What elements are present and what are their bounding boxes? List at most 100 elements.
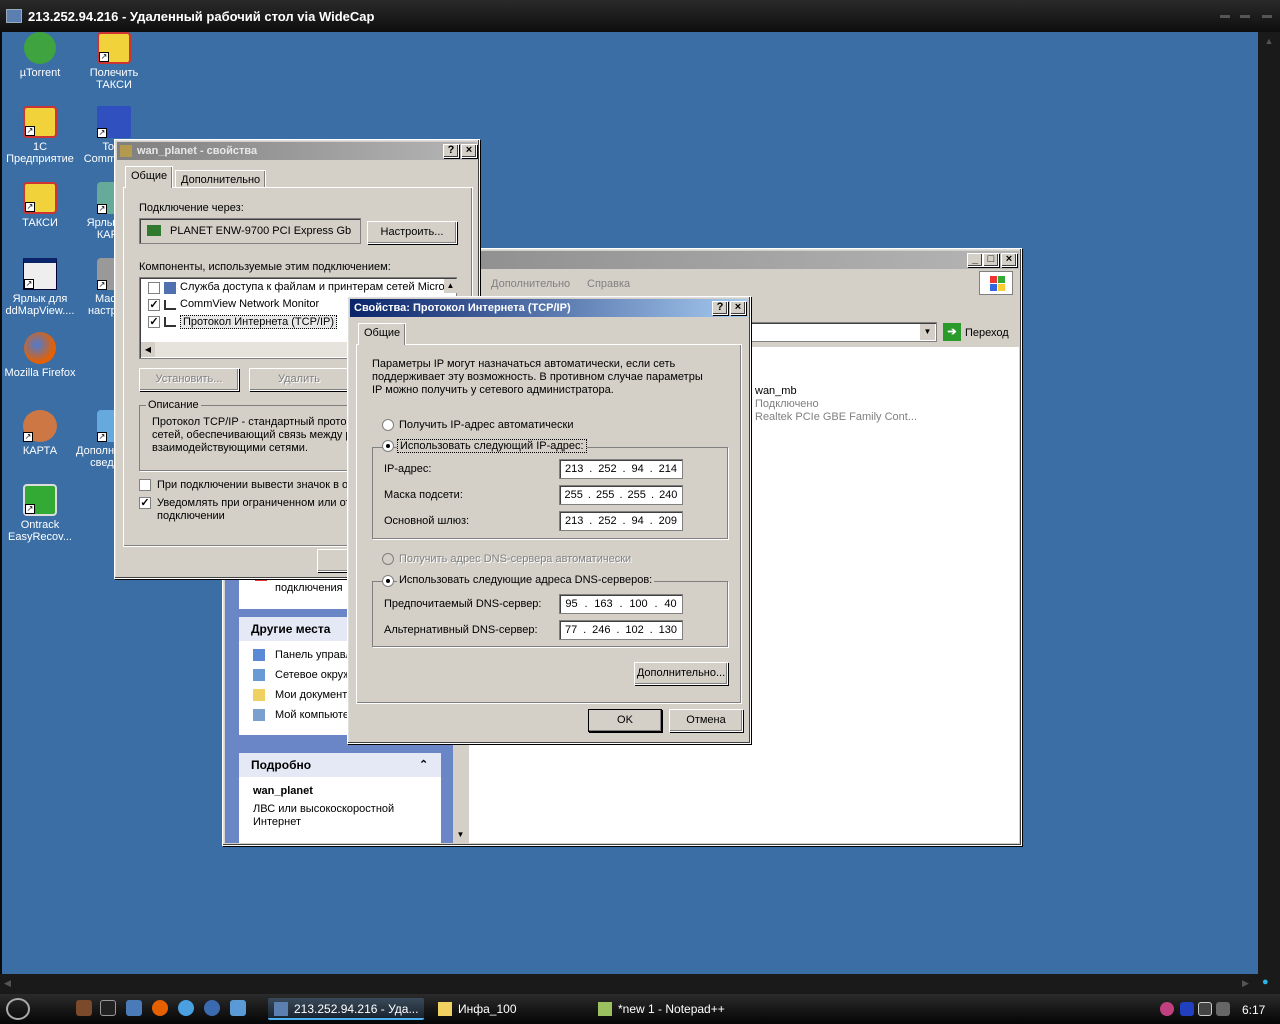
notify-checkbox[interactable]: ✓ bbox=[139, 497, 151, 509]
tab-general[interactable]: Общие bbox=[358, 323, 407, 345]
app-icon[interactable] bbox=[230, 1000, 246, 1016]
desktop-icon-utorrent[interactable]: µTorrent bbox=[2, 32, 78, 79]
desktop-icon-1c[interactable]: ↗ 1С Предприятие bbox=[2, 106, 78, 165]
other-place-item[interactable]: Мои документ bbox=[275, 689, 347, 701]
ie-icon[interactable] bbox=[204, 1000, 220, 1016]
desktop-icon-taxi-fix[interactable]: ↗ Полечить ТАКСИ bbox=[76, 32, 152, 91]
menu-help[interactable]: Справка bbox=[587, 278, 630, 290]
ip-octet[interactable]: 94 bbox=[631, 515, 643, 527]
ip-octet[interactable]: 209 bbox=[659, 515, 677, 527]
minimize-icon[interactable]: _ bbox=[967, 253, 983, 267]
cancel-button[interactable]: Отмена bbox=[669, 709, 743, 732]
resize-grip-icon[interactable]: ● bbox=[1262, 976, 1276, 990]
task-change-settings-2[interactable]: подключения bbox=[275, 582, 343, 594]
restore-icon[interactable]: ▬ bbox=[1238, 10, 1252, 21]
scroll-up-icon[interactable]: ▲ bbox=[1263, 36, 1275, 46]
details-title[interactable]: Подробно bbox=[239, 753, 441, 777]
globe-icon[interactable] bbox=[178, 1000, 194, 1016]
other-place-item[interactable]: Сетевое окруж bbox=[275, 669, 351, 681]
ip-octet[interactable]: 240 bbox=[659, 489, 677, 501]
tray-icon[interactable] bbox=[1160, 1002, 1174, 1016]
address-bar[interactable]: ▼ bbox=[743, 322, 937, 342]
component-checkbox[interactable]: ✓ bbox=[148, 299, 160, 311]
manual-ip-radio[interactable] bbox=[382, 440, 394, 452]
ip-octet[interactable]: 246 bbox=[592, 624, 610, 636]
rdp-vertical-scrollbar[interactable]: ▲ bbox=[1258, 32, 1280, 974]
taskbar-item-folder[interactable]: Инфа_100 bbox=[432, 998, 584, 1020]
close-icon[interactable]: × bbox=[730, 301, 746, 315]
alternate-dns-field[interactable]: 77. 246. 102. 130 bbox=[559, 620, 683, 640]
desktop-icon-ontrack[interactable]: ↗ Ontrack EasyRecov... bbox=[2, 484, 78, 543]
ip-octet[interactable]: 252 bbox=[598, 515, 616, 527]
desktop-icon-ddmapview[interactable]: ↗ Ярлык для ddMapView.... bbox=[2, 258, 78, 317]
auto-ip-radio[interactable] bbox=[382, 419, 394, 431]
install-button[interactable]: Установить... bbox=[139, 368, 239, 391]
tab-advanced[interactable]: Дополнительно bbox=[175, 170, 267, 188]
rdp-horizontal-scrollbar[interactable]: ◀ ▶ ● bbox=[0, 974, 1280, 994]
desktop-icon-karta[interactable]: ↗ КАРТА bbox=[2, 410, 78, 457]
connection-name[interactable]: wan_mb bbox=[755, 385, 797, 397]
taskbar-item-notepad[interactable]: *new 1 - Notepad++ bbox=[592, 998, 752, 1020]
manual-dns-label[interactable]: Использовать следующие адреса DNS-сервер… bbox=[397, 574, 655, 586]
desktop-icon-firefox[interactable]: Mozilla Firefox bbox=[2, 332, 78, 379]
maximize-icon[interactable]: □ bbox=[983, 253, 999, 267]
ip-octet[interactable]: 100 bbox=[629, 598, 647, 610]
ip-octet[interactable]: 130 bbox=[659, 624, 677, 636]
show-icon-checkbox[interactable] bbox=[139, 479, 151, 491]
media-icon[interactable] bbox=[1180, 1002, 1194, 1016]
advanced-button[interactable]: Дополнительно... bbox=[634, 662, 728, 685]
other-place-item[interactable]: Мой компьюте bbox=[275, 709, 349, 721]
scroll-down-icon[interactable]: ▼ bbox=[454, 828, 467, 841]
remote-desktop[interactable]: µTorrent ↗ Полечить ТАКСИ ↗ 1С Предприят… bbox=[2, 32, 1258, 974]
ip-octet[interactable]: 252 bbox=[598, 463, 616, 475]
ip-octet[interactable]: 213 bbox=[565, 515, 583, 527]
ok-button[interactable]: OK bbox=[588, 709, 662, 732]
ip-address-field[interactable]: 213. 252. 94. 214 bbox=[559, 459, 683, 479]
ip-octet[interactable]: 40 bbox=[664, 598, 676, 610]
tray-icon[interactable] bbox=[1216, 1002, 1230, 1016]
taskbar-item-rdp[interactable]: 213.252.94.216 - Уда... bbox=[268, 998, 424, 1020]
ip-octet[interactable]: 214 bbox=[659, 463, 677, 475]
ip-octet[interactable]: 255 bbox=[565, 489, 583, 501]
tab-general[interactable]: Общие bbox=[125, 166, 174, 188]
configure-button[interactable]: Настроить... bbox=[367, 221, 457, 244]
help-icon[interactable]: ? bbox=[712, 301, 728, 315]
manual-dns-radio[interactable] bbox=[382, 575, 394, 587]
gateway-field[interactable]: 213. 252. 94. 209 bbox=[559, 511, 683, 531]
auto-dns-label[interactable]: Получить адрес DNS-сервера автоматически bbox=[399, 553, 631, 565]
component-checkbox[interactable] bbox=[148, 282, 160, 294]
close-icon[interactable]: ▬ bbox=[1260, 10, 1274, 21]
start-button-icon[interactable] bbox=[6, 998, 30, 1020]
close-icon[interactable]: × bbox=[1001, 253, 1017, 267]
scroll-left-icon[interactable]: ◀ bbox=[4, 978, 16, 990]
ip-octet[interactable]: 255 bbox=[596, 489, 614, 501]
other-place-item[interactable]: Панель управл bbox=[275, 649, 352, 661]
go-arrow-icon[interactable]: ➔ bbox=[943, 323, 961, 341]
auto-ip-label[interactable]: Получить IP-адрес автоматически bbox=[399, 419, 573, 431]
go-button[interactable]: Переход bbox=[965, 327, 1009, 339]
network-icon[interactable] bbox=[126, 1000, 142, 1016]
subnet-mask-field[interactable]: 255. 255. 255. 240 bbox=[559, 485, 683, 505]
firefox-icon[interactable] bbox=[152, 1000, 168, 1016]
ip-octet[interactable]: 213 bbox=[565, 463, 583, 475]
manual-ip-label[interactable]: Использовать следующий IP-адрес: bbox=[397, 439, 587, 453]
close-icon[interactable]: × bbox=[461, 144, 477, 158]
minimize-icon[interactable]: ▬ bbox=[1218, 10, 1232, 21]
desktop-icon-taxi[interactable]: ↗ ТАКСИ bbox=[2, 182, 78, 229]
ip-octet[interactable]: 95 bbox=[565, 598, 577, 610]
tray-icon[interactable] bbox=[1198, 1002, 1212, 1016]
ip-octet[interactable]: 77 bbox=[565, 624, 577, 636]
ip-octet[interactable]: 163 bbox=[594, 598, 612, 610]
component-item-selected[interactable]: Протокол Интернета (TCP/IP) bbox=[180, 315, 338, 329]
preferred-dns-field[interactable]: 95. 163. 100. 40 bbox=[559, 594, 683, 614]
scroll-up-icon[interactable]: ▲ bbox=[444, 279, 457, 293]
scroll-left-icon[interactable]: ◀ bbox=[141, 342, 155, 357]
auto-dns-radio[interactable] bbox=[382, 553, 394, 565]
uninstall-button[interactable]: Удалить bbox=[249, 368, 349, 391]
component-item[interactable]: Служба доступа к файлам и принтерам сете… bbox=[180, 281, 445, 293]
tcpip-properties-dialog[interactable]: Свойства: Протокол Интернета (TCP/IP) ? … bbox=[347, 296, 751, 744]
scroll-right-icon[interactable]: ▶ bbox=[1242, 978, 1254, 990]
ip-octet[interactable]: 94 bbox=[631, 463, 643, 475]
ip-octet[interactable]: 255 bbox=[628, 489, 646, 501]
help-icon[interactable]: ? bbox=[443, 144, 459, 158]
